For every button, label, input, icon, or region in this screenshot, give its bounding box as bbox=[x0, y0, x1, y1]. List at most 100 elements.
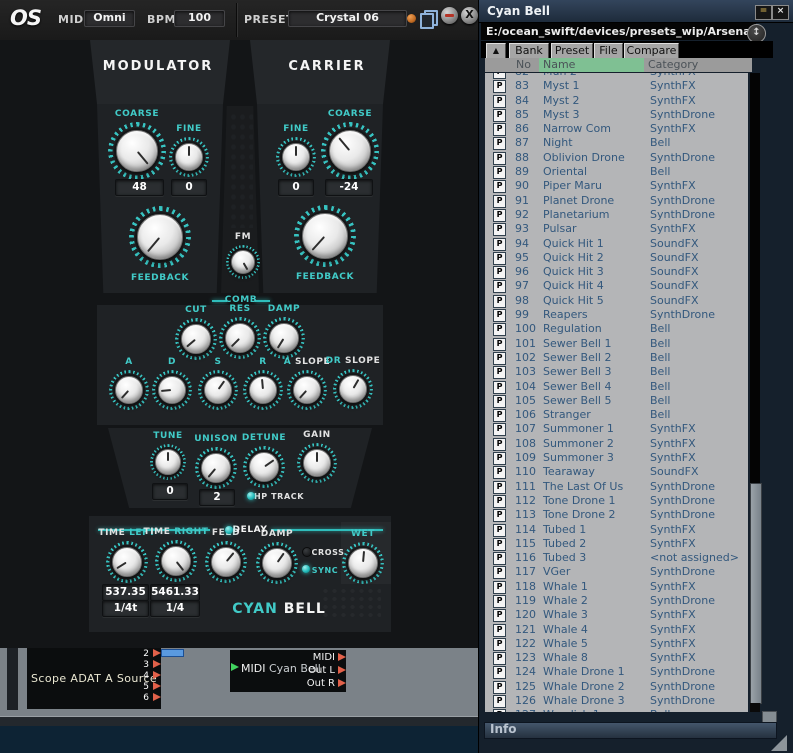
preset-list[interactable]: P82Mun 2SynthFXP83Myst 1SynthFXP84Myst 2… bbox=[485, 73, 748, 712]
mod-fine-knob[interactable] bbox=[169, 137, 209, 177]
preset-row[interactable]: P126Whale Drone 3SynthDrone bbox=[485, 694, 748, 708]
column-header-badge[interactable] bbox=[485, 58, 513, 72]
car-coarse-value[interactable]: -24 bbox=[325, 179, 373, 196]
preset-row[interactable]: P116Tubed 3<not assigned> bbox=[485, 551, 748, 565]
patch-cable-stub[interactable] bbox=[161, 649, 184, 657]
tab-file[interactable]: File bbox=[594, 43, 623, 59]
cross-led[interactable] bbox=[302, 547, 312, 557]
env-d-knob[interactable] bbox=[152, 370, 192, 410]
preset-row[interactable]: P84Myst 2SynthFX bbox=[485, 94, 748, 108]
preset-row[interactable]: P111The Last Of UsSynthDrone bbox=[485, 480, 748, 494]
preset-row[interactable]: P90Piper MaruSynthFX bbox=[485, 179, 748, 193]
column-header-name[interactable]: Name bbox=[539, 58, 645, 72]
detune-knob[interactable] bbox=[243, 446, 285, 488]
mod-feedback-knob[interactable] bbox=[129, 206, 191, 268]
preset-row[interactable]: P86Narrow ComSynthFX bbox=[485, 122, 748, 136]
cut-knob[interactable] bbox=[175, 318, 217, 360]
env-r-knob[interactable] bbox=[243, 370, 283, 410]
gain-knob[interactable] bbox=[297, 443, 337, 483]
preset-row[interactable]: P87NightBell bbox=[485, 136, 748, 150]
fm-knob[interactable] bbox=[226, 245, 260, 279]
preset-row[interactable]: P83Myst 1SynthFX bbox=[485, 79, 748, 93]
delay-led[interactable] bbox=[225, 526, 233, 534]
browser-minimize-button[interactable]: = bbox=[755, 5, 772, 20]
preset-row[interactable]: P110TearawaySoundFX bbox=[485, 465, 748, 479]
preset-row[interactable]: P125Whale Drone 2SynthDrone bbox=[485, 680, 748, 694]
midi-in-port-icon[interactable] bbox=[231, 663, 239, 671]
preset-row[interactable]: P94Quick Hit 1SoundFX bbox=[485, 237, 748, 251]
tab-bank[interactable]: Bank bbox=[509, 43, 549, 59]
preset-row[interactable]: P104Sewer Bell 4Bell bbox=[485, 380, 748, 394]
path-bar[interactable]: E:/ocean_swift/devices/presets_wip/Arsen… bbox=[481, 23, 756, 40]
preset-row[interactable]: P102Sewer Bell 2Bell bbox=[485, 351, 748, 365]
scope-port-out-icon[interactable] bbox=[153, 649, 161, 657]
tab-compare[interactable]: Compare bbox=[624, 43, 679, 59]
car-feedback-knob[interactable] bbox=[294, 205, 356, 267]
time-right-ms-value[interactable]: 5461.33 bbox=[150, 584, 200, 601]
preset-row[interactable]: P112Tone Drone 1SynthDrone bbox=[485, 494, 748, 508]
hp-track-led[interactable] bbox=[247, 492, 255, 500]
time-left-knob[interactable] bbox=[106, 541, 148, 583]
scrollbar[interactable] bbox=[750, 73, 760, 712]
preset-row[interactable]: P89OrientalBell bbox=[485, 165, 748, 179]
car-fine-knob[interactable] bbox=[276, 137, 316, 177]
a-slope-knob[interactable] bbox=[287, 370, 327, 410]
scope-source-module[interactable]: Scope ADAT A Source 23456 bbox=[27, 648, 161, 709]
preset-row[interactable]: P91Planet DroneSynthDrone bbox=[485, 194, 748, 208]
preset-row[interactable]: P88Oblivion DroneSynthDrone bbox=[485, 151, 748, 165]
dr-slope-knob[interactable] bbox=[333, 369, 373, 409]
sort-up-button[interactable]: ▲ bbox=[486, 43, 506, 59]
preset-row[interactable]: P115Tubed 2SynthFX bbox=[485, 537, 748, 551]
mod-coarse-knob[interactable] bbox=[108, 122, 166, 180]
tune-knob[interactable] bbox=[150, 444, 186, 480]
time-left-ms-value[interactable]: 537.35 bbox=[102, 584, 149, 601]
preset-row[interactable]: P97Quick Hit 4SoundFX bbox=[485, 279, 748, 293]
browser-close-button[interactable]: × bbox=[772, 5, 789, 20]
module-out-port-icon[interactable] bbox=[338, 666, 346, 674]
scope-port-out-icon[interactable] bbox=[153, 660, 161, 668]
preset-row[interactable]: P93PulsarSynthFX bbox=[485, 222, 748, 236]
car-coarse-knob[interactable] bbox=[321, 122, 379, 180]
wet-knob[interactable] bbox=[342, 542, 384, 584]
unison-value[interactable]: 2 bbox=[199, 489, 235, 506]
preset-row[interactable]: P121Whale 4SynthFX bbox=[485, 623, 748, 637]
scrollbar-thumb[interactable] bbox=[750, 483, 762, 704]
browser-titlebar[interactable]: Cyan Bell = × bbox=[479, 0, 793, 23]
scope-port-out-icon[interactable] bbox=[153, 682, 161, 690]
preset-row[interactable]: P92PlanetariumSynthDrone bbox=[485, 208, 748, 222]
preset-row[interactable]: P118Whale 1SynthFX bbox=[485, 580, 748, 594]
time-right-sync-value[interactable]: 1/4 bbox=[150, 600, 200, 617]
car-fine-value[interactable]: 0 bbox=[278, 179, 314, 196]
preset-row[interactable]: P127Woodish 1Bell bbox=[485, 708, 748, 712]
scope-port-out-icon[interactable] bbox=[153, 693, 161, 701]
tune-value[interactable]: 0 bbox=[152, 483, 188, 500]
env-s-knob[interactable] bbox=[198, 370, 238, 410]
resize-grip-icon[interactable] bbox=[771, 735, 787, 751]
preset-row[interactable]: P122Whale 5SynthFX bbox=[485, 637, 748, 651]
preset-row[interactable]: P109Summoner 3SynthFX bbox=[485, 451, 748, 465]
damp-knob[interactable] bbox=[263, 317, 305, 359]
preset-row[interactable]: P107Summoner 1SynthFX bbox=[485, 422, 748, 436]
tab-preset[interactable]: Preset bbox=[551, 43, 593, 59]
scrollbar-down-button[interactable] bbox=[750, 703, 760, 712]
time-right-knob[interactable] bbox=[155, 540, 197, 582]
delay-damp-knob[interactable] bbox=[256, 542, 298, 584]
preset-row[interactable]: P120Whale 3SynthFX bbox=[485, 608, 748, 622]
preset-row[interactable]: P123Whale 8SynthFX bbox=[485, 651, 748, 665]
res-knob[interactable] bbox=[219, 317, 261, 359]
preset-row[interactable]: P106StrangerBell bbox=[485, 408, 748, 422]
column-header-no[interactable]: No bbox=[512, 58, 540, 72]
preset-row[interactable]: P96Quick Hit 3SoundFX bbox=[485, 265, 748, 279]
column-header-category[interactable]: Category bbox=[644, 58, 752, 72]
env-a-knob[interactable] bbox=[109, 370, 149, 410]
preset-row[interactable]: P99ReapersSynthDrone bbox=[485, 308, 748, 322]
preset-row[interactable]: P113Tone Drone 2SynthDrone bbox=[485, 508, 748, 522]
module-out-port-icon[interactable] bbox=[338, 679, 346, 687]
preset-row[interactable]: P117VGerSynthDrone bbox=[485, 565, 748, 579]
preset-row[interactable]: P108Summoner 2SynthFX bbox=[485, 437, 748, 451]
preset-row[interactable]: P114Tubed 1SynthFX bbox=[485, 523, 748, 537]
time-left-sync-value[interactable]: 1/4t bbox=[102, 600, 149, 617]
preset-row[interactable]: P103Sewer Bell 3Bell bbox=[485, 365, 748, 379]
preset-row[interactable]: P95Quick Hit 2SoundFX bbox=[485, 251, 748, 265]
preset-row[interactable]: P101Sewer Bell 1Bell bbox=[485, 337, 748, 351]
